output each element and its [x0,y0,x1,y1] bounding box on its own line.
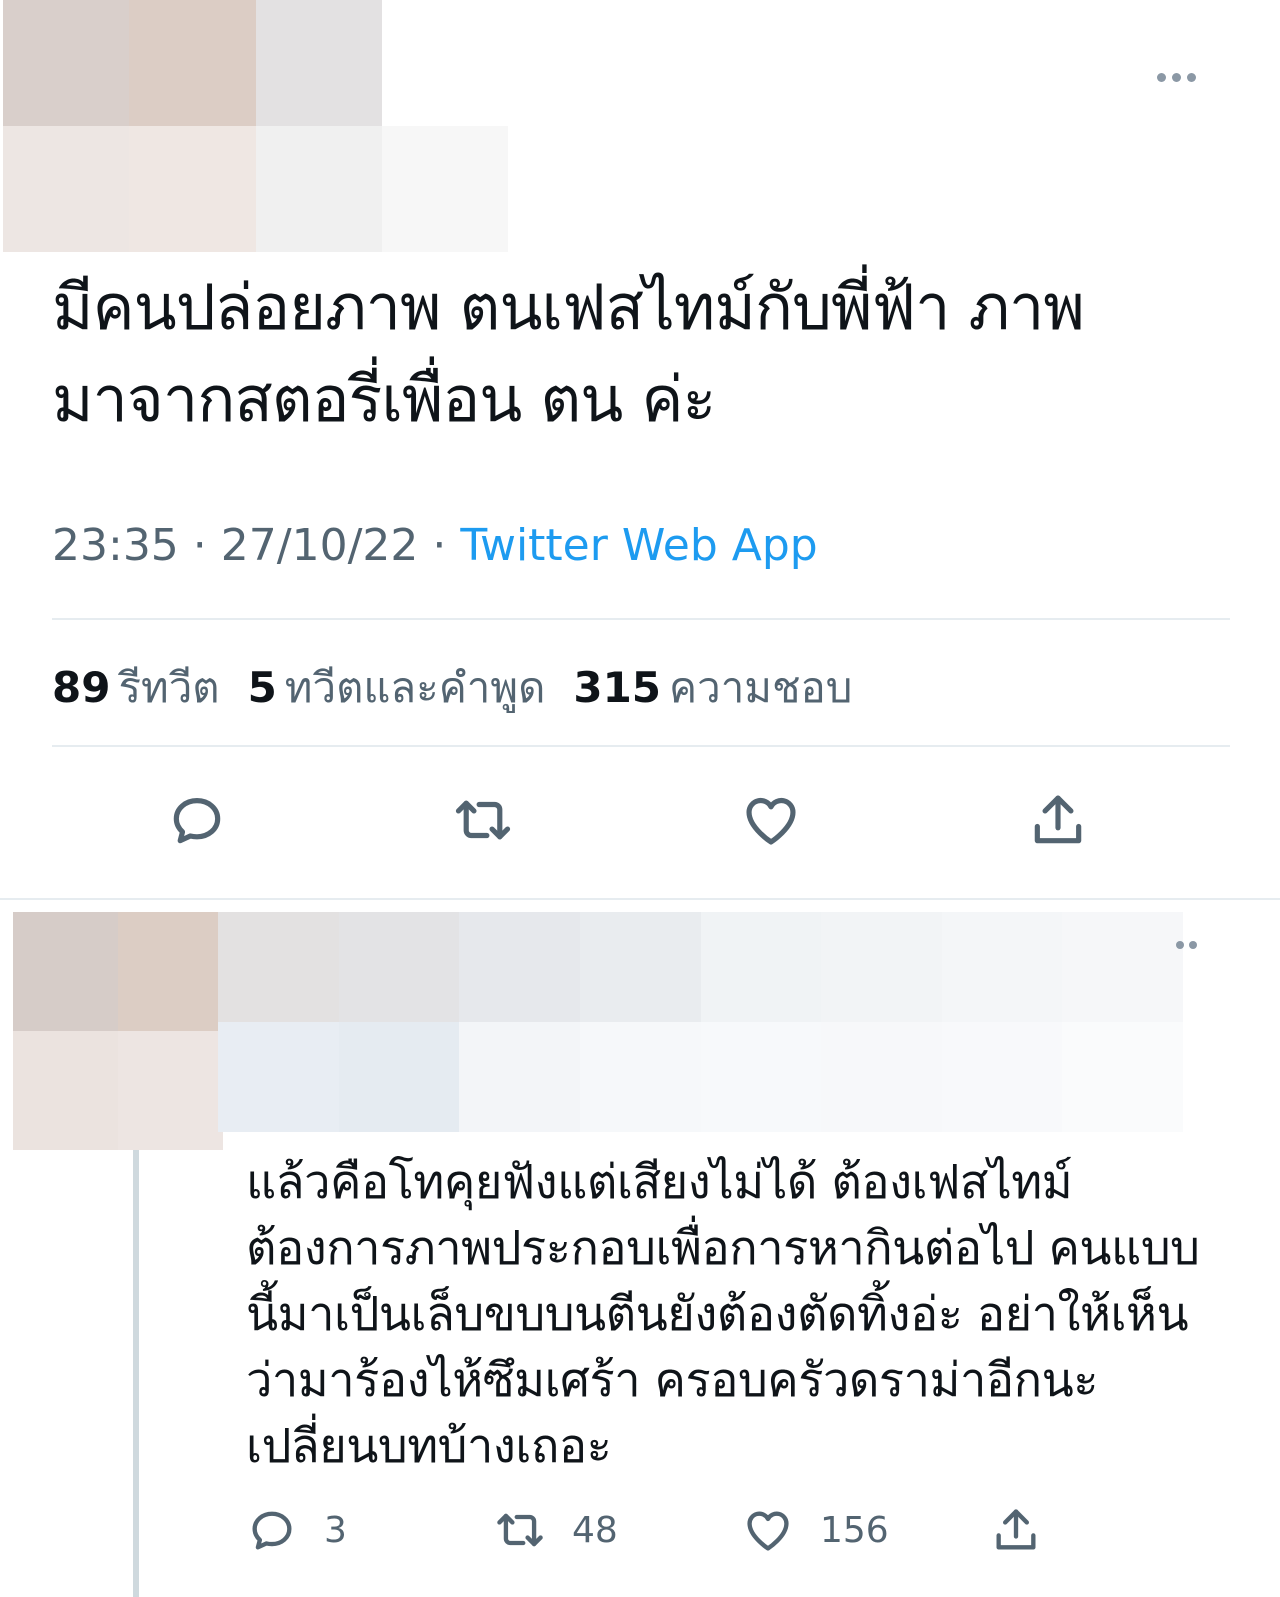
like-count: 156 [820,1509,889,1551]
reply-retweet-button[interactable]: 48 [494,1500,618,1560]
tweet-text: มีคนปล่อยภาพ ตนเฟสไทม์กับพี่ฟ้า ภาพ มาจา… [52,262,1222,446]
share-upload-icon [996,1509,1036,1550]
likes-label[interactable]: ความชอบ [669,663,852,712]
heart-icon [747,1511,789,1551]
reply-count: 3 [324,1509,347,1551]
divider [52,745,1230,747]
retweet-icon [497,1513,543,1547]
retweet-count: 48 [572,1509,618,1551]
tweet-text-line: มาจากสตอรี่เพื่อน ตน ค่ะ [52,363,716,436]
reply-text: แล้วคือโทคุยฟังแต่เสียงไม่ได้ ต้องเฟสไทม… [246,1150,1246,1480]
retweet-icon [455,800,511,840]
tweet-stats: 89 รีทวีต 5 ทวีตและคำพูด 315 ความชอบ [52,655,880,721]
tweet-date[interactable]: 27/10/22 [221,520,419,571]
reply-header-blurred [218,912,1183,1132]
tweet-action-bar [0,785,1280,855]
tweet-separator [0,898,1280,900]
like-button[interactable] [736,785,806,855]
quotes-count[interactable]: 5 [248,663,277,712]
reply-text-line: ว่ามาร้องไห้ซึมเศร้า ครอบครัวดราม่าอีกนะ [246,1353,1098,1408]
tweet-text-line: มีคนปล่อยภาพ ตนเฟสไทม์กับพี่ฟ้า ภาพ [52,271,1085,344]
reply-share-button[interactable] [990,1500,1042,1560]
share-upload-icon [1034,795,1082,844]
more-horizontal-icon[interactable] [1157,73,1196,82]
reply-avatar-blurred[interactable] [13,912,223,1150]
meta-separator: · [418,520,461,571]
more-horizontal-icon[interactable] [1176,941,1197,949]
tweet-meta: 23:35 · 27/10/22 · Twitter Web App [52,520,818,571]
reply-like-button[interactable]: 156 [742,1500,889,1560]
reply-reply-button[interactable]: 3 [246,1500,347,1560]
divider [52,618,1230,620]
reply-bubble-icon [252,1511,292,1550]
reply-text-line: นี้มาเป็นเล็บขบบนตีนยังต้องตัดทิ้งอ่ะ อย… [246,1287,1189,1342]
heart-icon [746,798,796,845]
tweet-time[interactable]: 23:35 [52,520,179,571]
reply-text-line: เปลี่ยนบทบ้างเถอะ [246,1419,612,1474]
reply-bubble-icon [173,798,221,844]
likes-count[interactable]: 315 [573,663,661,712]
quotes-label[interactable]: ทวีตและคำพูด [285,663,546,712]
retweet-button[interactable] [448,785,518,855]
author-avatar-blurred[interactable] [3,0,508,252]
reply-text-line: แล้วคือโทคุยฟังแต่เสียงไม่ได้ ต้องเฟสไทม… [246,1155,1073,1210]
reply-button[interactable] [162,785,232,855]
share-button[interactable] [1023,785,1093,855]
retweets-label[interactable]: รีทวีต [118,663,219,712]
meta-separator: · [178,520,221,571]
reply-action-bar: 3 48 156 [0,1500,1280,1560]
tweet-source-link[interactable]: Twitter Web App [460,520,817,571]
reply-text-line: ต้องการภาพประกอบเพื่อการหากินต่อไป คนแบบ [246,1221,1200,1276]
retweets-count[interactable]: 89 [52,663,110,712]
